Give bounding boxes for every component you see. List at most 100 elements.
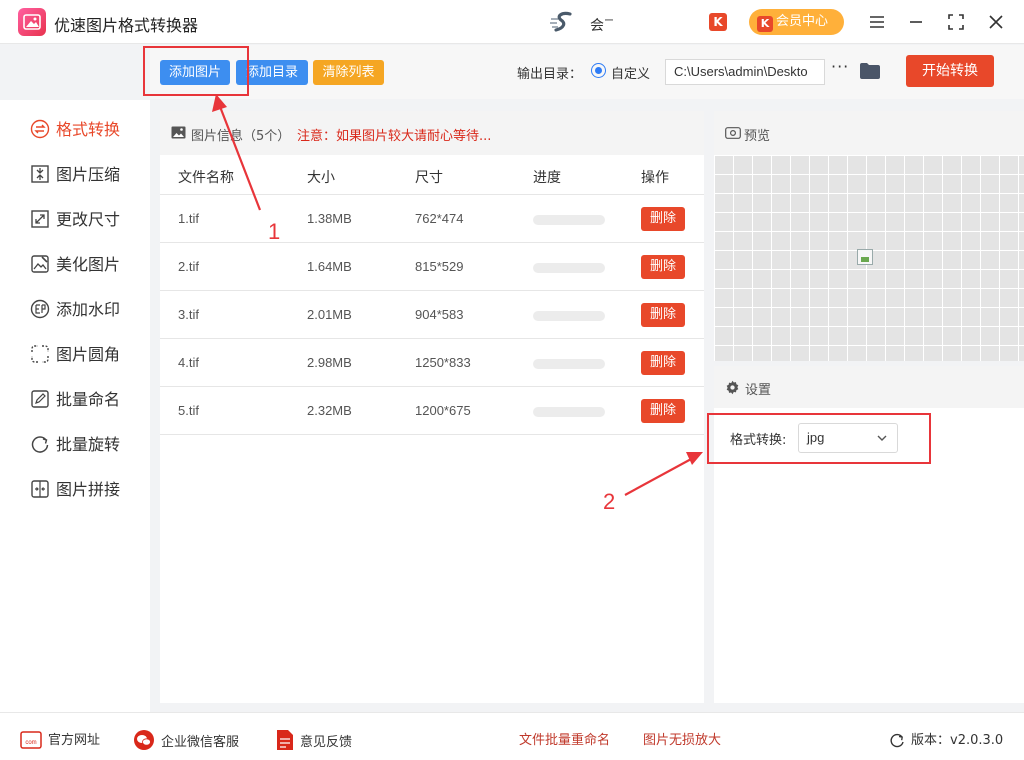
progress-bar [533,263,605,273]
annotation-box-add-image [143,46,249,96]
delete-button[interactable]: 删除 [641,207,685,231]
custom-radio[interactable] [591,63,606,78]
file-dimensions: 904*583 [415,307,464,322]
app-title: 优速图片格式转换器 [54,16,199,35]
version-info[interactable]: 版本：v2.0.3.0 [889,729,1003,749]
file-list-note: 注意：如果图片较大请耐心等待... [297,129,492,144]
eye-icon [725,127,741,139]
sidebar-item-stitch[interactable]: 图片拼接 [30,476,120,499]
table-row[interactable]: 3.tif 2.01MB 904*583 删除 [160,291,704,339]
clear-list-button[interactable]: 清除列表 [313,60,384,85]
rotate-icon [31,436,49,453]
start-convert-button[interactable]: 开始转换 [906,55,994,87]
col-size: 大小 [307,170,335,186]
image-icon [171,126,186,139]
file-name: 5.tif [178,403,199,418]
more-options-button[interactable]: ··· [831,57,849,76]
delete-button[interactable]: 删除 [641,399,685,423]
sidebar-item-rotate[interactable]: 批量旋转 [30,431,120,454]
compress-icon [31,165,49,183]
file-size: 2.98MB [307,355,352,370]
preview-canvas [714,155,1024,361]
annotation-box-format [707,413,931,464]
file-name: 3.tif [178,307,199,322]
file-dimensions: 762*474 [415,211,464,226]
col-actions: 操作 [641,170,669,186]
col-progress: 进度 [533,170,561,186]
custom-radio-label[interactable]: 自定义 [611,63,650,82]
menu-icon[interactable] [865,10,889,34]
col-filename: 文件名称 [178,170,234,186]
maximize-icon[interactable] [944,10,968,34]
annotation-number-2: 2 [603,489,616,514]
vip-k-icon: K [757,16,773,32]
watermark-icon [30,299,50,319]
round-corner-icon [31,345,49,363]
file-size: 2.32MB [307,403,352,418]
delete-button[interactable]: 删除 [641,303,685,327]
batch-rename-link[interactable]: 文件批量重命名 [519,729,610,748]
preview-header: 预览 [714,111,1024,155]
progress-bar [533,407,605,417]
lossless-enlarge-link[interactable]: 图片无损放大 [643,729,721,748]
settings-label: 设置 [745,383,772,398]
close-icon[interactable] [984,10,1008,34]
progress-bar [533,359,605,369]
table-row[interactable]: 2.tif 1.64MB 815*529 删除 [160,243,704,291]
file-size: 1.38MB [307,211,352,226]
file-dimensions: 1250*833 [415,355,471,370]
table-row[interactable]: 4.tif 2.98MB 1250*833 删除 [160,339,704,387]
k-badge-icon[interactable]: K [709,13,727,31]
wechat-icon [134,730,154,750]
website-icon: com [20,731,42,749]
feedback-link[interactable]: 意见反馈 [276,729,352,751]
beautify-icon [31,255,49,273]
sidebar-item-resize[interactable]: 更改尺寸 [30,206,120,229]
sidebar-item-format-convert[interactable]: 格式转换 [30,116,120,139]
footer: com 官方网址 企业微信客服 意见反馈 文件批量重命名 图片无损放大 版本：v2… [0,712,1024,760]
file-list-panel: 图片信息（5个） 注意：如果图片较大请耐心等待... 文件名称 大小 尺寸 进度… [160,111,704,703]
file-list-header: 图片信息（5个） 注意：如果图片较大请耐心等待... [160,111,704,155]
sidebar-item-watermark[interactable]: 添加水印 [30,296,120,319]
preview-label: 预览 [744,129,771,144]
table-header: 文件名称 大小 尺寸 进度 操作 [160,155,704,195]
annotation-number-1: 1 [268,219,281,244]
file-dimensions: 815*529 [415,259,464,274]
sidebar-item-rename[interactable]: 批量命名 [30,386,120,409]
vip-label: 会员中心 [776,14,829,29]
delete-button[interactable]: 删除 [641,351,685,375]
file-size: 1.64MB [307,259,352,274]
output-path-input[interactable]: C:\Users\admin\Deskto [665,59,825,85]
rename-icon [31,390,49,408]
user-name[interactable]: 会ー [590,12,614,35]
sidebar-item-beautify[interactable]: 美化图片 [30,251,120,274]
table-row[interactable]: 5.tif 2.32MB 1200*675 删除 [160,387,704,435]
sidebar-item-round-corner[interactable]: 图片圆角 [30,341,120,364]
preview-panel: 预览 [714,111,1024,361]
sidebar: 格式转换 图片压缩 更改尺寸 美化图片 添加水印 图片圆角 批量命名 批量旋转 … [0,100,150,712]
folder-icon[interactable] [859,62,881,80]
col-dimensions: 尺寸 [415,170,443,186]
stitch-icon [31,480,49,498]
svg-text:com: com [25,740,36,746]
file-list-title: 图片信息（5个） [191,129,291,144]
gear-icon [726,380,739,395]
toolbar: 添加图片 添加目录 清除列表 输出目录： 自定义 C:\Users\admin\… [150,45,1024,99]
convert-icon [30,119,50,139]
table-row[interactable]: 1.tif 1.38MB 762*474 删除 [160,195,704,243]
progress-bar [533,215,605,225]
file-name: 4.tif [178,355,199,370]
title-bar: 优速图片格式转换器 会ー K K 会员中心 [0,0,1024,44]
wechat-service-link[interactable]: 企业微信客服 [133,729,239,751]
file-name: 2.tif [178,259,199,274]
user-logo-icon [550,11,572,32]
settings-header: 设置 [714,366,1024,408]
vip-center-button[interactable]: K 会员中心 [749,9,844,35]
sidebar-item-compress[interactable]: 图片压缩 [30,161,120,184]
delete-button[interactable]: 删除 [641,255,685,279]
refresh-icon [890,733,904,748]
broken-image-icon [857,249,873,265]
minimize-icon[interactable] [904,10,928,34]
file-size: 2.01MB [307,307,352,322]
official-site-link[interactable]: com 官方网址 [20,729,100,749]
